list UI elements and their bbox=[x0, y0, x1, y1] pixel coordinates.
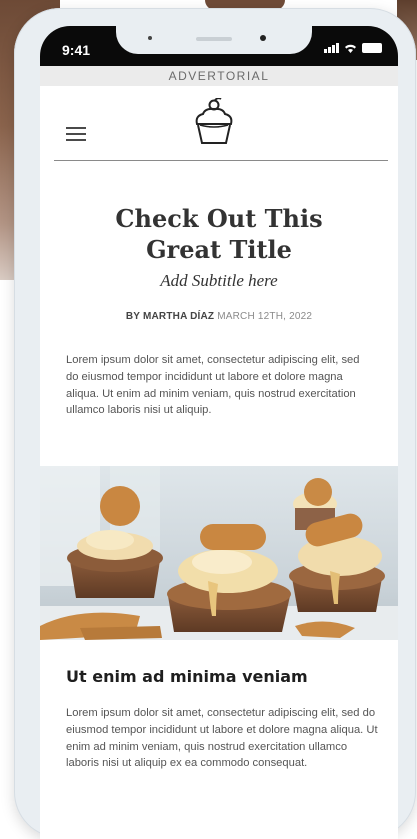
article-title-line1: Check Out This bbox=[115, 204, 323, 233]
sensor-dot bbox=[148, 36, 152, 40]
status-bar: 9:41 bbox=[40, 26, 398, 66]
section-paragraph: Lorem ipsum dolor sit amet, consectetur … bbox=[66, 707, 378, 770]
cupcake-logo-icon[interactable] bbox=[191, 98, 237, 146]
cupcakes-photo bbox=[40, 466, 398, 640]
section-heading: Ut enim ad minima veniam bbox=[66, 667, 308, 686]
publish-date: MARCH 12TH, 2022 bbox=[217, 311, 313, 322]
intro-paragraph: Lorem ipsum dolor sit amet, consectetur … bbox=[66, 354, 360, 417]
cellular-signal-icon bbox=[324, 43, 339, 53]
article-byline: BY MARTHA DÍAZ MARCH 12TH, 2022 bbox=[40, 311, 398, 322]
hamburger-menu-icon[interactable] bbox=[66, 127, 86, 141]
wifi-icon bbox=[345, 44, 356, 53]
camera-dot bbox=[260, 35, 266, 41]
article-title-line2: Great Title bbox=[146, 235, 292, 264]
site-header bbox=[54, 90, 388, 161]
speaker-grille bbox=[196, 37, 232, 41]
phone-notch bbox=[116, 26, 312, 54]
article-subtitle: Add Subtitle here bbox=[160, 271, 278, 290]
article-title: Check Out This Great Title bbox=[40, 203, 398, 265]
status-icons bbox=[324, 43, 382, 53]
status-time: 9:41 bbox=[62, 42, 91, 58]
advertorial-label: ADVERTORIAL bbox=[40, 66, 398, 86]
battery-icon bbox=[362, 43, 382, 53]
author-name[interactable]: BY MARTHA DÍAZ bbox=[126, 311, 214, 322]
phone-screen: 9:41 ADVERTORIAL Check Out This Great Ti… bbox=[40, 26, 398, 839]
